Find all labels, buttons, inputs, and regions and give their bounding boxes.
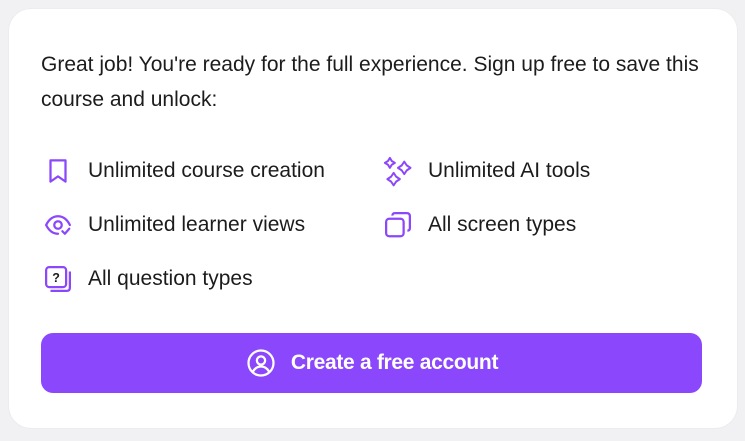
create-account-label: Create a free account (290, 351, 499, 374)
question-icon: ? (42, 263, 74, 295)
feature-label: Unlimited AI tools (428, 159, 591, 182)
bookmark-icon (42, 155, 74, 187)
feature-course-creation: Unlimited course creation (42, 154, 325, 188)
feature-label: Unlimited learner views (88, 213, 306, 236)
sparkles-icon (382, 155, 414, 187)
create-account-button[interactable]: Create a free account (41, 333, 702, 393)
feature-learner-views: Unlimited learner views (42, 208, 305, 242)
screens-icon (382, 209, 414, 241)
feature-screen-types: All screen types (382, 208, 576, 242)
feature-label: Unlimited course creation (88, 159, 325, 182)
feature-ai-tools: Unlimited AI tools (382, 154, 590, 188)
eye-icon (42, 209, 74, 241)
intro-text: Great job! You're ready for the full exp… (41, 53, 699, 111)
feature-label: All question types (88, 267, 253, 290)
user-circle-icon (245, 347, 277, 379)
feature-label: All screen types (428, 213, 577, 236)
signup-card: Great job! You're ready for the full exp… (9, 9, 737, 428)
feature-question-types: ? All question types (42, 262, 253, 296)
svg-text:?: ? (52, 271, 60, 285)
